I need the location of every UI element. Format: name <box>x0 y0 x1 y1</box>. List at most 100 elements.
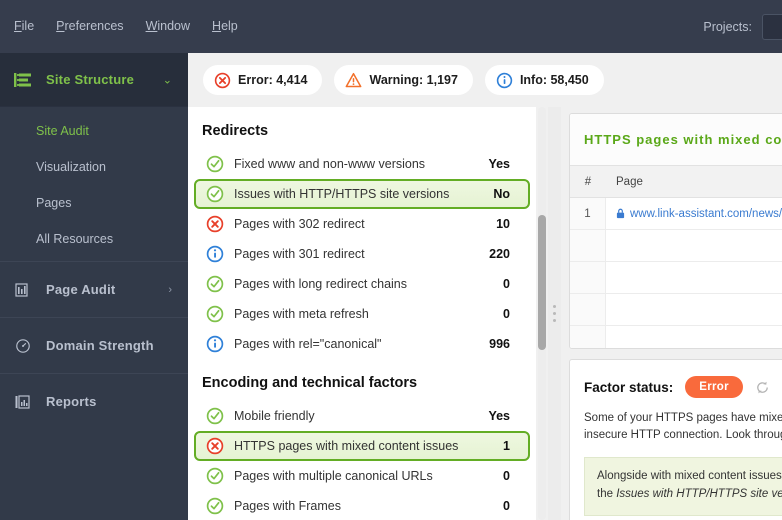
factor-row[interactable]: Pages with 301 redirect 220 <box>194 239 530 269</box>
sidebar-item-pages[interactable]: Pages <box>0 185 188 221</box>
factor-row[interactable]: Pages with Frames 0 <box>194 491 530 520</box>
pages-table-card: HTTPS pages with mixed cont # Page 1 www.… <box>569 113 782 349</box>
factor-tip-box: Alongside with mixed content issues, t th… <box>584 457 782 516</box>
factor-row[interactable]: Fixed www and non-www versions Yes <box>194 149 530 179</box>
splitter-grip-icon <box>553 305 556 322</box>
warning-count-pill[interactable]: Warning: 1,197 <box>334 65 473 95</box>
app-window: File Preferences Window Help Projects: Site… <box>0 0 782 520</box>
factor-label: Pages with Frames <box>234 499 341 513</box>
factor-value: 996 <box>489 337 510 351</box>
factor-tip-line: Alongside with mixed content issues, t <box>597 470 782 483</box>
menu-item-references[interactable]: Preferences <box>56 20 123 33</box>
factor-row[interactable]: Pages with long redirect chains 0 <box>194 269 530 299</box>
chevron-right-icon[interactable]: › <box>168 284 172 296</box>
factor-label: Fixed www and non-www versions <box>234 157 426 171</box>
error-count-pill[interactable]: Error: 4,414 <box>203 65 323 95</box>
ok-status-icon <box>206 155 224 173</box>
list-hierarchy-icon <box>14 72 34 88</box>
info-icon <box>496 72 513 89</box>
gauge-icon <box>14 338 34 354</box>
factor-value: 1 <box>503 439 510 453</box>
sidebar-subitem-label: Visualization <box>36 160 106 174</box>
factor-label: Pages with 301 redirect <box>234 247 365 261</box>
sidebar-subitem-label: All Resources <box>36 232 114 246</box>
table-row-empty <box>570 262 782 294</box>
factor-row[interactable]: Pages with rel="canonical" 996 <box>194 329 530 359</box>
table-body: 1 www.link-assistant.com/news/g <box>570 198 782 348</box>
factor-description-line: insecure HTTP connection. Look throug <box>584 428 782 441</box>
page-url-text: www.link-assistant.com/news/g <box>630 207 782 220</box>
column-header-number: # <box>584 175 592 188</box>
factor-status-label: Factor status: <box>584 379 674 395</box>
sidebar-item-site-audit[interactable]: Site Audit <box>0 113 188 149</box>
panel-splitter[interactable] <box>548 107 561 520</box>
factor-row[interactable]: Mobile friendly Yes <box>194 401 530 431</box>
sidebar: Site Structure ⌄ Site Audit Visualization… <box>0 53 188 520</box>
menu-item-ile[interactable]: File <box>14 20 34 33</box>
factor-list-scrollbar[interactable] <box>536 107 548 520</box>
table-row-empty <box>570 230 782 262</box>
factor-label: HTTPS pages with mixed content issues <box>234 439 459 453</box>
table-row[interactable]: 1 www.link-assistant.com/news/g <box>570 198 782 230</box>
sidebar-subnav: Site Audit Visualization Pages All Resource… <box>0 107 188 261</box>
sidebar-item-page-audit[interactable]: Page Audit › <box>0 261 188 317</box>
chevron-down-icon[interactable]: ⌄ <box>163 73 172 86</box>
factor-value: 220 <box>489 247 510 261</box>
sidebar-item-reports[interactable]: Reports <box>0 373 188 429</box>
factor-row[interactable]: Pages with meta refresh 0 <box>194 299 530 329</box>
info-status-icon <box>206 245 224 263</box>
factor-status-row: Factor status: Error <box>570 360 782 398</box>
error-count-label: Error: 4,414 <box>238 73 308 87</box>
menu-bar: File Preferences Window Help Projects: <box>0 0 782 53</box>
factor-label: Pages with 302 redirect <box>234 217 365 231</box>
factor-list-panel: Redirects Fixed www and non-www versions Y… <box>188 107 536 520</box>
factor-description: Some of your HTTPS pages have mixed insec… <box>570 398 782 443</box>
info-count-pill[interactable]: Info: 58,450 <box>484 65 604 95</box>
sidebar-item-visualization[interactable]: Visualization <box>0 149 188 185</box>
scrollbar-thumb[interactable] <box>538 215 546 350</box>
page-url-link[interactable]: www.link-assistant.com/news/g <box>606 208 782 220</box>
sidebar-item-site-structure-label: Site Structure <box>46 72 135 87</box>
factor-row[interactable]: HTTPS pages with mixed content issues 1 <box>194 431 530 461</box>
table-row-empty <box>570 326 782 348</box>
ok-status-icon <box>206 305 224 323</box>
info-count-label: Info: 58,450 <box>519 73 589 87</box>
table-row-empty <box>570 294 782 326</box>
factor-row[interactable]: Pages with 302 redirect 10 <box>194 209 530 239</box>
page-audit-icon <box>14 282 34 298</box>
lock-icon <box>616 208 625 219</box>
sidebar-item-site-structure[interactable]: Site Structure ⌄ <box>0 53 188 107</box>
issue-summary-toolbar: Error: 4,414 Warning: 1,197 Info: 58,450 <box>188 53 782 107</box>
refresh-icon[interactable] <box>755 380 770 395</box>
table-header: # Page <box>570 166 782 198</box>
status-badge: Error <box>685 376 743 398</box>
ok-status-icon <box>206 497 224 515</box>
section-title: Redirects <box>202 123 269 139</box>
detail-card-title: HTTPS pages with mixed cont <box>570 114 782 166</box>
row-number <box>570 294 606 325</box>
error-status-icon <box>206 437 224 455</box>
row-number: 1 <box>570 198 606 229</box>
error-status-icon <box>206 215 224 233</box>
factor-label: Pages with rel="canonical" <box>234 337 382 351</box>
menu-item-indow[interactable]: Window <box>146 20 190 33</box>
sidebar-item-domain-strength[interactable]: Domain Strength <box>0 317 188 373</box>
report-icon <box>14 394 34 410</box>
factor-value: 0 <box>503 277 510 291</box>
factor-label: Pages with meta refresh <box>234 307 369 321</box>
projects-area: Projects: <box>703 0 782 53</box>
factor-value: No <box>493 187 510 201</box>
factor-label: Issues with HTTP/HTTPS site versions <box>234 187 450 201</box>
warning-icon <box>345 72 362 89</box>
factor-row[interactable]: Issues with HTTP/HTTPS site versions No <box>194 179 530 209</box>
main-content: Error: 4,414 Warning: 1,197 Info: 58,450 R… <box>188 53 782 520</box>
projects-dropdown[interactable] <box>762 13 782 40</box>
factor-tip-line: the Issues with HTTP/HTTPS site vers <box>597 486 782 503</box>
factor-description-line: Some of your HTTPS pages have mixed <box>584 412 782 424</box>
menu-item-elp[interactable]: Help <box>212 20 238 33</box>
factor-row[interactable]: Pages with multiple canonical URLs 0 <box>194 461 530 491</box>
info-status-icon <box>206 335 224 353</box>
factor-value: Yes <box>488 409 510 423</box>
sidebar-item-all-resources[interactable]: All Resources <box>0 221 188 257</box>
factor-tip-emphasis: Issues with HTTP/HTTPS site vers <box>616 487 782 500</box>
